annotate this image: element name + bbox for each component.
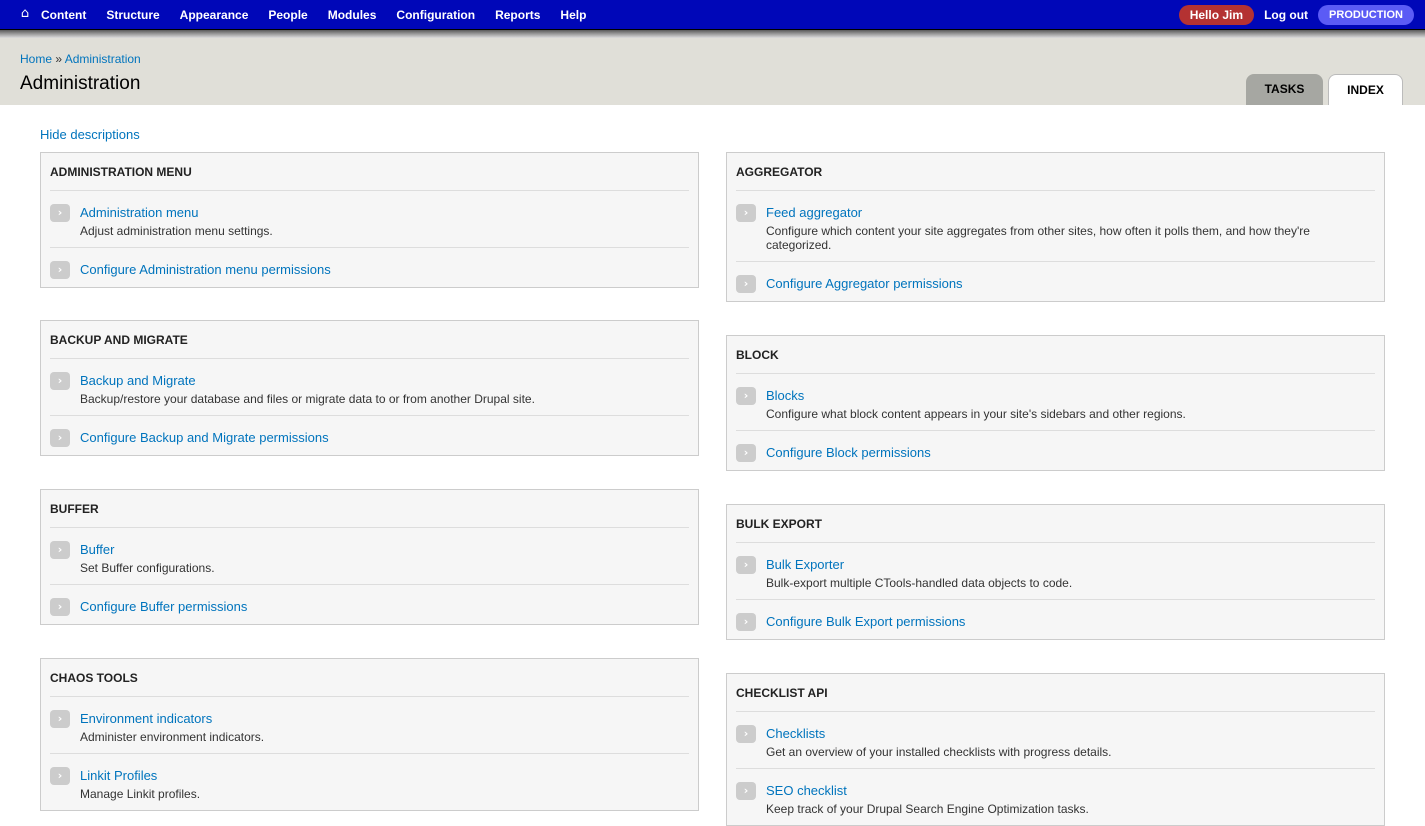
chevron-right-icon: › <box>736 782 756 800</box>
item-link[interactable]: Configure Block permissions <box>766 445 931 460</box>
item-link[interactable]: Configure Aggregator permissions <box>766 276 963 291</box>
item-link[interactable]: Bulk Exporter <box>766 557 844 572</box>
panel-buffer: BUFFER › Buffer Set Buffer configuration… <box>40 489 699 625</box>
admin-toolbar: ⌂ Content Structure Appearance People Mo… <box>0 0 1425 30</box>
panel-bulk-export: BULK EXPORT › Bulk Exporter Bulk-export … <box>726 504 1385 640</box>
item-description: Adjust administration menu settings. <box>80 224 273 238</box>
item-link[interactable]: Buffer <box>80 542 114 557</box>
chevron-right-icon: › <box>50 541 70 559</box>
chevron-right-icon: › <box>50 372 70 390</box>
chevron-right-icon: › <box>50 204 70 222</box>
panel-block: BLOCK › Blocks Configure what block cont… <box>726 335 1385 471</box>
menu-configuration[interactable]: Configuration <box>396 0 475 30</box>
breadcrumb-home[interactable]: Home <box>20 52 52 66</box>
list-item: › Linkit Profiles Manage Linkit profiles… <box>50 754 689 810</box>
list-item: › Configure Block permissions <box>736 431 1375 470</box>
panel-title: ADMINISTRATION MENU <box>50 153 689 191</box>
chevron-right-icon: › <box>50 598 70 616</box>
list-item: › Backup and Migrate Backup/restore your… <box>50 359 689 416</box>
item-link[interactable]: Configure Administration menu permission… <box>80 262 331 277</box>
menu-reports[interactable]: Reports <box>495 0 540 30</box>
item-description: Configure which content your site aggreg… <box>766 224 1310 252</box>
item-link[interactable]: Environment indicators <box>80 711 212 726</box>
panel-title: AGGREGATOR <box>736 153 1375 191</box>
page-header: Home » Administration Administration TAS… <box>0 38 1425 105</box>
environment-indicator[interactable]: PRODUCTION <box>1318 5 1414 25</box>
item-description: Keep track of your Drupal Search Engine … <box>766 802 1089 816</box>
list-item: › Buffer Set Buffer configurations. <box>50 528 689 585</box>
chevron-right-icon: › <box>736 387 756 405</box>
panel-aggregator: AGGREGATOR › Feed aggregator Configure w… <box>726 152 1385 302</box>
home-icon[interactable]: ⌂ <box>18 7 32 21</box>
item-description: Manage Linkit profiles. <box>80 787 201 801</box>
list-item: › SEO checklist Keep track of your Drupa… <box>736 769 1375 825</box>
item-description: Get an overview of your installed checkl… <box>766 745 1112 759</box>
menu-structure[interactable]: Structure <box>106 0 159 30</box>
hello-user-badge[interactable]: Hello Jim <box>1178 5 1255 25</box>
chevron-right-icon: › <box>736 275 756 293</box>
chevron-right-icon: › <box>736 725 756 743</box>
menu-content[interactable]: Content <box>41 0 86 30</box>
item-link[interactable]: Configure Bulk Export permissions <box>766 614 965 629</box>
panel-title: BACKUP AND MIGRATE <box>50 321 689 359</box>
item-description: Configure what block content appears in … <box>766 407 1186 421</box>
list-item: › Configure Administration menu permissi… <box>50 248 689 287</box>
chevron-right-icon: › <box>736 204 756 222</box>
breadcrumb-administration[interactable]: Administration <box>65 52 141 66</box>
breadcrumb-separator: » <box>52 52 65 66</box>
item-link[interactable]: Administration menu <box>80 205 199 220</box>
menu-people[interactable]: People <box>268 0 307 30</box>
list-item: › Environment indicators Administer envi… <box>50 697 689 754</box>
item-link[interactable]: Configure Backup and Migrate permissions <box>80 430 329 445</box>
list-item: › Feed aggregator Configure which conten… <box>736 191 1375 262</box>
hide-descriptions-link[interactable]: Hide descriptions <box>40 127 140 142</box>
panel-title: BULK EXPORT <box>736 505 1375 543</box>
list-item: › Administration menu Adjust administrat… <box>50 191 689 248</box>
item-description: Set Buffer configurations. <box>80 561 215 575</box>
menu-help[interactable]: Help <box>560 0 586 30</box>
panel-title: BUFFER <box>50 490 689 528</box>
tab-tasks[interactable]: TASKS <box>1246 74 1323 105</box>
list-item: › Bulk Exporter Bulk-export multiple CTo… <box>736 543 1375 600</box>
breadcrumb: Home » Administration <box>20 52 141 66</box>
item-link[interactable]: Backup and Migrate <box>80 373 196 388</box>
item-link[interactable]: Checklists <box>766 726 825 741</box>
chevron-right-icon: › <box>50 261 70 279</box>
tab-index[interactable]: INDEX <box>1328 74 1403 105</box>
panel-title: CHECKLIST API <box>736 674 1375 712</box>
toolbar-shadow <box>0 30 1425 38</box>
item-description: Bulk-export multiple CTools-handled data… <box>766 576 1073 590</box>
item-link[interactable]: SEO checklist <box>766 783 847 798</box>
item-link[interactable]: Configure Buffer permissions <box>80 599 247 614</box>
item-description: Backup/restore your database and files o… <box>80 392 535 406</box>
menu-modules[interactable]: Modules <box>328 0 377 30</box>
chevron-right-icon: › <box>736 556 756 574</box>
panel-title: BLOCK <box>736 336 1375 374</box>
panel-administration-menu: ADMINISTRATION MENU › Administration men… <box>40 152 699 288</box>
panel-backup-and-migrate: BACKUP AND MIGRATE › Backup and Migrate … <box>40 320 699 456</box>
item-link[interactable]: Feed aggregator <box>766 205 862 220</box>
list-item: › Configure Bulk Export permissions <box>736 600 1375 639</box>
toolbar-menu: Content Structure Appearance People Modu… <box>41 0 606 30</box>
list-item: › Configure Backup and Migrate permissio… <box>50 416 689 455</box>
item-link[interactable]: Blocks <box>766 388 804 403</box>
page-title: Administration <box>20 73 141 94</box>
list-item: › Checklists Get an overview of your ins… <box>736 712 1375 769</box>
item-description: Administer environment indicators. <box>80 730 265 744</box>
list-item: › Configure Aggregator permissions <box>736 262 1375 301</box>
toolbar-user: Hello Jim Log out PRODUCTION <box>1178 5 1414 25</box>
list-item: › Configure Buffer permissions <box>50 585 689 624</box>
item-link[interactable]: Linkit Profiles <box>80 768 157 783</box>
chevron-right-icon: › <box>50 429 70 447</box>
chevron-right-icon: › <box>50 710 70 728</box>
panel-chaos-tools: CHAOS TOOLS › Environment indicators Adm… <box>40 658 699 811</box>
chevron-right-icon: › <box>50 767 70 785</box>
menu-appearance[interactable]: Appearance <box>180 0 249 30</box>
list-item: › Blocks Configure what block content ap… <box>736 374 1375 431</box>
chevron-right-icon: › <box>736 444 756 462</box>
logout-link[interactable]: Log out <box>1264 8 1308 22</box>
panel-title: CHAOS TOOLS <box>50 659 689 697</box>
panel-checklist-api: CHECKLIST API › Checklists Get an overvi… <box>726 673 1385 826</box>
chevron-right-icon: › <box>736 613 756 631</box>
